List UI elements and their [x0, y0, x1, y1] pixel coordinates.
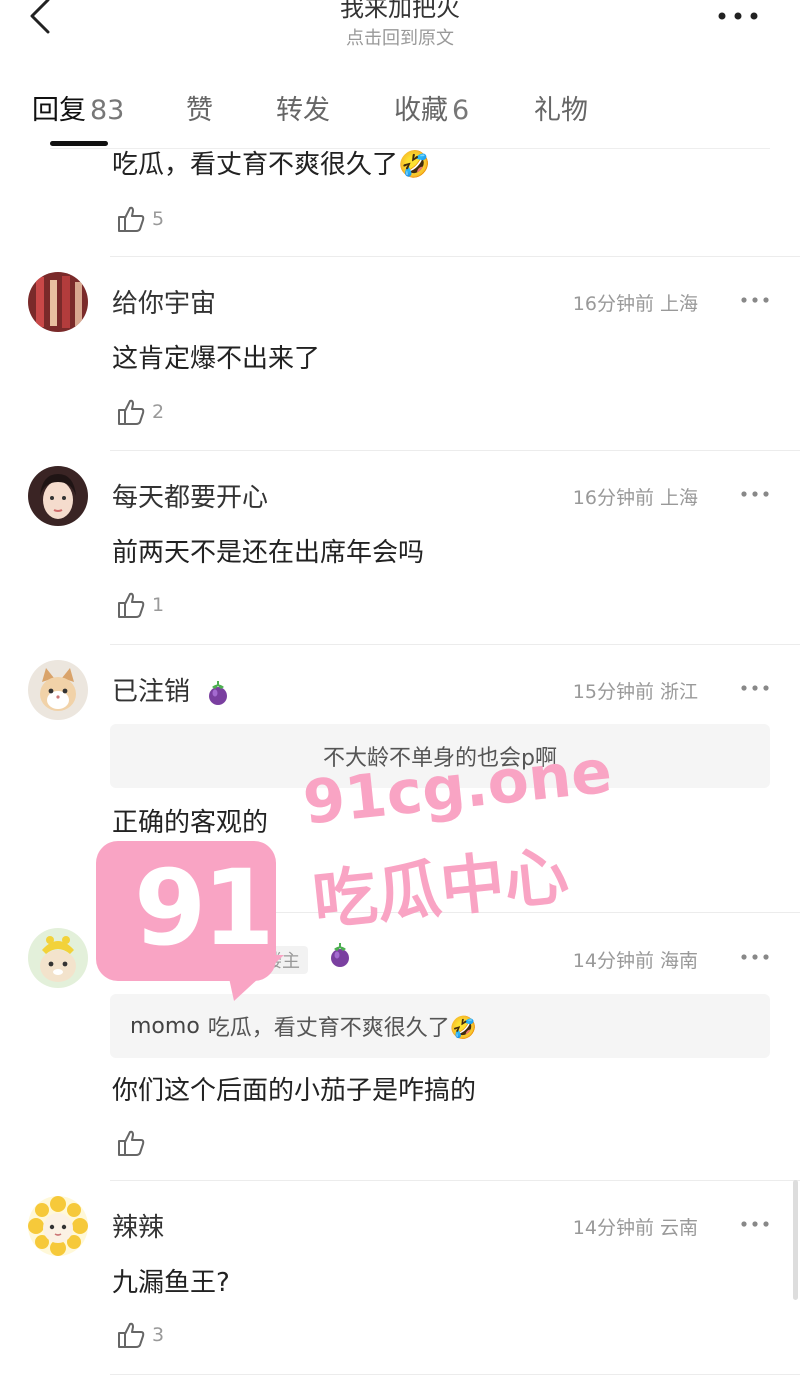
more-options-icon[interactable]	[740, 295, 770, 305]
quote-text: 吃瓜，看丈育不爽很久了🤣	[207, 1016, 478, 1041]
scrollbar[interactable]	[793, 1180, 798, 1300]
active-tab-indicator	[50, 141, 108, 146]
avatar[interactable]	[28, 660, 88, 720]
tab-replies[interactable]: 回复 83	[32, 88, 124, 127]
comment-text: 这肯定爆不出来了	[112, 344, 321, 374]
more-options-icon[interactable]	[740, 952, 770, 962]
tab-label: 收藏	[394, 95, 448, 126]
like-button[interactable]: 5	[116, 204, 164, 234]
tab-label: 转发	[276, 95, 330, 126]
divider	[110, 644, 800, 645]
username[interactable]: 给你宇宙	[112, 283, 216, 320]
watermark: 91 91cg.one 吃瓜中心	[94, 737, 615, 1005]
avatar[interactable]	[28, 1196, 88, 1256]
like-button[interactable]: 1	[116, 590, 164, 620]
top-bar: 我来加把火 点击回到原文	[0, 0, 800, 60]
more-options-icon[interactable]	[740, 1219, 770, 1229]
tab-bar: 回复 83 赞 转发 收藏 6 礼物	[0, 80, 800, 150]
tab-count: 6	[452, 95, 470, 126]
like-button[interactable]: 2	[116, 397, 164, 427]
op-badge: 楼主	[256, 946, 308, 974]
username[interactable]: 每天都要开心	[112, 477, 268, 514]
quoted-comment[interactable]: momo 吃瓜，看丈育不爽很久了🤣	[110, 994, 770, 1058]
divider	[110, 1180, 800, 1181]
quote-user: momo	[130, 1013, 200, 1039]
comment-text: 九漏鱼王?	[112, 1268, 230, 1298]
comment-meta: 16分钟前 上海	[572, 487, 698, 509]
comment-text: 正确的客观的	[112, 808, 269, 838]
quote-text: 不大龄不单身的也会p啊	[323, 746, 557, 771]
watermark-name: 吃瓜中心	[309, 839, 572, 940]
more-options-icon[interactable]	[740, 489, 770, 499]
tab-favorites[interactable]: 收藏 6	[394, 88, 469, 127]
thumbs-up-icon	[118, 1130, 145, 1156]
quoted-comment[interactable]: 不大龄不单身的也会p啊	[110, 724, 770, 788]
avatar[interactable]	[28, 272, 88, 332]
divider	[110, 450, 800, 451]
tab-likes[interactable]: 赞	[186, 88, 213, 127]
thumbs-up-icon	[118, 862, 145, 888]
divider	[110, 912, 800, 913]
like-button[interactable]: 1	[116, 860, 164, 890]
comment-meta: 14分钟前 海南	[572, 950, 698, 972]
eggplant-icon	[331, 943, 349, 967]
tab-reposts[interactable]: 转发	[276, 88, 330, 127]
comment-text: 前两天不是还在出席年会吗	[112, 538, 425, 568]
like-count: 3	[152, 1324, 165, 1346]
comment-text: 你们这个后面的小茄子是咋搞的	[112, 1076, 477, 1106]
tab-label: 赞	[186, 95, 213, 126]
like-button[interactable]	[116, 1128, 152, 1158]
username-row: 已注销	[112, 671, 230, 708]
like-count: 2	[152, 401, 165, 423]
like-count: 5	[152, 208, 165, 230]
comment-meta: 15分钟前 浙江	[572, 681, 698, 703]
like-count: 1	[152, 864, 165, 886]
thumbs-up-icon	[118, 399, 145, 425]
thumbs-up-icon	[118, 1322, 145, 1348]
avatar[interactable]	[28, 928, 88, 988]
divider	[110, 1374, 800, 1375]
tab-label: 礼物	[534, 95, 588, 126]
like-count: 1	[152, 594, 165, 616]
comment-meta: 14分钟前 云南	[572, 1217, 698, 1239]
eggplant-icon	[209, 680, 228, 705]
back-to-post-link[interactable]: 点击回到原文	[0, 24, 800, 50]
tab-count: 83	[90, 95, 125, 126]
thumbs-up-icon	[118, 592, 145, 618]
thumbs-up-icon	[118, 206, 145, 232]
username[interactable]: 辣辣	[112, 1207, 164, 1244]
comment-meta: 16分钟前 上海	[572, 293, 698, 315]
username[interactable]: 已注销	[112, 677, 190, 707]
more-options-icon[interactable]	[716, 2, 760, 26]
divider	[110, 256, 800, 257]
tab-gifts[interactable]: 礼物	[534, 88, 588, 127]
tab-label: 回复	[32, 95, 86, 126]
comment-text: 吃瓜，看丈育不爽很久了🤣	[112, 150, 431, 180]
more-options-icon[interactable]	[740, 683, 770, 693]
post-title[interactable]: 我来加把火	[0, 0, 800, 23]
like-button[interactable]: 3	[116, 1320, 164, 1350]
avatar[interactable]	[28, 466, 88, 526]
